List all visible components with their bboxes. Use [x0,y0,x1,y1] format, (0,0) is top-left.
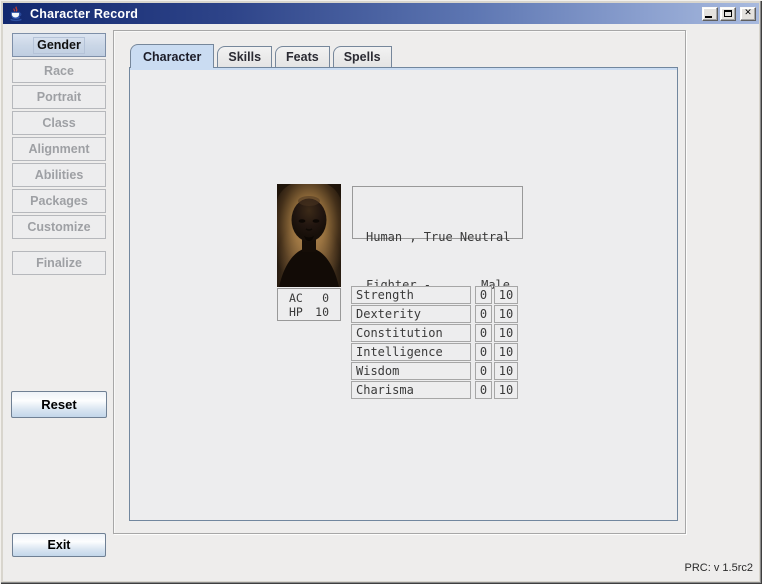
tab-bar: Character Skills Feats Spells [130,44,395,68]
sidebar-button-finalize: Finalize [12,251,106,275]
close-button[interactable]: ✕ [740,7,756,21]
ability-score-value: 10 [494,324,518,342]
tab-skills[interactable]: Skills [217,46,272,67]
ability-base-value: 0 [475,381,492,399]
sidebar-button-gender[interactable]: Gender [12,33,106,57]
sidebar-button-alignment: Alignment [12,137,106,161]
ability-base-value: 0 [475,286,492,304]
ability-score-value: 10 [494,362,518,380]
sidebar-button-abilities: Abilities [12,163,106,187]
ability-score-value: 10 [494,381,518,399]
ability-row-intelligence: Intelligence 0 10 [351,343,518,361]
character-tab-content: AC 0 HP 10 Human , True Neutral Fighter … [129,67,678,521]
maximize-icon [724,10,732,17]
ability-row-wisdom: Wisdom 0 10 [351,362,518,380]
close-icon: ✕ [744,9,752,18]
ability-row-dexterity: Dexterity 0 10 [351,305,518,323]
hp-value: 10 [309,305,329,319]
ability-base-value: 0 [475,362,492,380]
summary-race-alignment: Human , True Neutral [366,229,510,245]
character-record-window: Character Record ✕ Gender Race Portrait … [0,0,762,584]
sidebar-button-race: Race [12,59,106,83]
client-area: Gender Race Portrait Class Alignment Abi… [3,24,759,581]
tab-feats[interactable]: Feats [275,46,330,67]
ability-name: Wisdom [351,362,471,380]
character-portrait-image [277,184,341,287]
ac-row: AC 0 [278,291,340,305]
ac-value: 0 [309,291,329,305]
tab-character[interactable]: Character [130,44,214,68]
ac-hp-box: AC 0 HP 10 [277,288,341,321]
sidebar-button-gender-label: Gender [33,37,85,54]
sidebar-button-packages: Packages [12,189,106,213]
maximize-button[interactable] [720,7,736,21]
sidebar-button-portrait: Portrait [12,85,106,109]
ability-row-charisma: Charisma 0 10 [351,381,518,399]
minimize-button[interactable] [702,7,718,21]
ability-name: Constitution [351,324,471,342]
ability-score-value: 10 [494,305,518,323]
hp-label: HP [289,305,309,319]
ability-score-value: 10 [494,343,518,361]
ability-base-value: 0 [475,305,492,323]
sidebar-button-class: Class [12,111,106,135]
ac-label: AC [289,291,309,305]
reset-button[interactable]: Reset [11,391,107,418]
ability-row-constitution: Constitution 0 10 [351,324,518,342]
main-panel: Character Skills Feats Spells [113,30,686,534]
ability-name: Charisma [351,381,471,399]
abilities-table: Strength 0 10 Dexterity 0 10 Constitutio… [351,286,518,400]
sidebar-button-customize: Customize [12,215,106,239]
ability-base-value: 0 [475,324,492,342]
ability-name: Dexterity [351,305,471,323]
character-summary-box: Human , True Neutral Fighter - Male [352,186,523,239]
ability-name: Strength [351,286,471,304]
minimize-icon [705,16,712,18]
ability-base-value: 0 [475,343,492,361]
tab-spells[interactable]: Spells [333,46,392,67]
window-title: Character Record [30,7,700,21]
titlebar[interactable]: Character Record ✕ [3,3,759,24]
ability-name: Intelligence [351,343,471,361]
version-label: PRC: v 1.5rc2 [685,562,753,574]
exit-button[interactable]: Exit [12,533,106,557]
ability-row-strength: Strength 0 10 [351,286,518,304]
ability-score-value: 10 [494,286,518,304]
hp-row: HP 10 [278,305,340,319]
java-coffee-cup-icon [8,6,24,22]
